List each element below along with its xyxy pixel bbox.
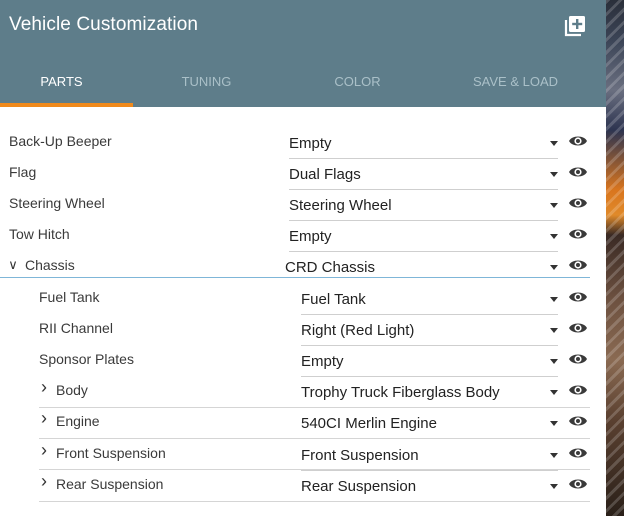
- part-select-value: Right (Red Light): [301, 322, 415, 339]
- part-select[interactable]: 540CI Merlin Engine: [301, 413, 558, 439]
- add-box-icon[interactable]: [564, 15, 586, 37]
- caret-down-icon: [550, 172, 558, 177]
- part-row: Tow Hitch Empty: [0, 220, 606, 252]
- group-divider: [39, 438, 590, 439]
- part-label: Flag: [9, 164, 37, 180]
- chevron-right-icon[interactable]: ›: [38, 408, 50, 429]
- panel-header: Vehicle Customization PARTS TUNING COLOR…: [0, 0, 606, 107]
- chevron-right-icon[interactable]: ›: [38, 377, 50, 398]
- group-divider: [39, 469, 590, 470]
- eye-icon[interactable]: [568, 195, 588, 211]
- part-select-value: Fuel Tank: [301, 291, 366, 308]
- part-select[interactable]: Trophy Truck Fiberglass Body: [301, 382, 558, 408]
- part-row: › Engine 540CI Merlin Engine: [0, 407, 606, 439]
- tab-save-load[interactable]: SAVE & LOAD: [440, 62, 591, 107]
- eye-icon[interactable]: [568, 413, 588, 429]
- caret-down-icon: [550, 359, 558, 364]
- part-label: Tow Hitch: [9, 226, 70, 242]
- part-row: RII Channel Right (Red Light): [0, 314, 606, 346]
- caret-down-icon: [550, 390, 558, 395]
- part-label: Rear Suspension: [56, 476, 164, 492]
- part-select-value: Empty: [289, 135, 332, 152]
- caret-down-icon: [550, 328, 558, 333]
- part-row: Steering Wheel Steering Wheel: [0, 189, 606, 221]
- caret-down-icon: [550, 141, 558, 146]
- caret-down-icon: [550, 234, 558, 239]
- caret-down-icon: [550, 484, 558, 489]
- eye-icon[interactable]: [568, 382, 588, 398]
- part-select-value: Empty: [289, 228, 332, 245]
- part-select[interactable]: Right (Red Light): [301, 320, 558, 346]
- part-select-value: CRD Chassis: [285, 259, 376, 276]
- eye-icon[interactable]: [568, 320, 588, 336]
- game-background: [606, 0, 624, 516]
- part-select-value: Trophy Truck Fiberglass Body: [301, 384, 500, 401]
- group-divider: [39, 501, 590, 502]
- eye-icon[interactable]: [568, 445, 588, 461]
- tab-tuning[interactable]: TUNING: [131, 62, 282, 107]
- chassis-divider: [0, 277, 590, 278]
- parts-list: Back-Up Beeper Empty Flag Dual Flags Steerin…: [0, 107, 606, 516]
- eye-icon[interactable]: [568, 289, 588, 305]
- part-select[interactable]: Dual Flags: [289, 164, 558, 190]
- part-label: Fuel Tank: [39, 289, 100, 305]
- part-label: Steering Wheel: [9, 195, 105, 211]
- part-select[interactable]: Empty: [289, 133, 558, 159]
- tab-color[interactable]: COLOR: [282, 62, 433, 107]
- part-select-value: Rear Suspension: [301, 478, 417, 495]
- page-title: Vehicle Customization: [9, 14, 199, 35]
- eye-icon[interactable]: [568, 164, 588, 180]
- part-select[interactable]: Empty: [301, 351, 558, 377]
- part-select[interactable]: Front Suspension: [301, 445, 558, 471]
- part-label: RII Channel: [39, 320, 113, 336]
- part-select[interactable]: Empty: [289, 226, 558, 252]
- part-row: Fuel Tank Fuel Tank: [0, 283, 606, 315]
- part-row: Back-Up Beeper Empty: [0, 127, 606, 159]
- part-select-value: Dual Flags: [289, 166, 361, 183]
- part-select[interactable]: Fuel Tank: [301, 289, 558, 315]
- part-select[interactable]: Steering Wheel: [289, 195, 558, 221]
- part-label: Sponsor Plates: [39, 351, 134, 367]
- part-label: Engine: [56, 413, 100, 429]
- part-select[interactable]: Rear Suspension: [301, 476, 558, 502]
- part-select[interactable]: CRD Chassis: [285, 257, 558, 282]
- part-label: Front Suspension: [56, 445, 166, 461]
- part-label: Chassis: [25, 257, 75, 273]
- part-label: Body: [56, 382, 88, 398]
- tab-bar: PARTS TUNING COLOR SAVE & LOAD: [0, 62, 606, 107]
- part-row: Flag Dual Flags: [0, 158, 606, 190]
- caret-down-icon: [550, 421, 558, 426]
- tab-parts[interactable]: PARTS: [0, 62, 137, 107]
- eye-icon[interactable]: [568, 476, 588, 492]
- chevron-right-icon[interactable]: ›: [38, 440, 50, 461]
- eye-icon[interactable]: [568, 257, 588, 273]
- part-select-value: 540CI Merlin Engine: [301, 415, 437, 432]
- eye-icon[interactable]: [568, 226, 588, 242]
- part-row: › Body Trophy Truck Fiberglass Body: [0, 376, 606, 408]
- caret-down-icon: [550, 297, 558, 302]
- part-select-value: Steering Wheel: [289, 197, 392, 214]
- part-row: Sponsor Plates Empty: [0, 345, 606, 377]
- part-label: Back-Up Beeper: [9, 133, 112, 149]
- part-select-value: Front Suspension: [301, 447, 419, 464]
- part-row: › Front Suspension Front Suspension: [0, 439, 606, 471]
- chevron-down-icon[interactable]: ∨: [7, 257, 19, 273]
- caret-down-icon: [550, 265, 558, 270]
- eye-icon[interactable]: [568, 351, 588, 367]
- eye-icon[interactable]: [568, 133, 588, 149]
- chevron-right-icon[interactable]: ›: [38, 471, 50, 492]
- group-divider: [39, 407, 590, 408]
- vehicle-customization-panel: Vehicle Customization PARTS TUNING COLOR…: [0, 0, 606, 516]
- caret-down-icon: [550, 203, 558, 208]
- caret-down-icon: [550, 453, 558, 458]
- part-select-value: Empty: [301, 353, 344, 370]
- part-row: › Rear Suspension Rear Suspension: [0, 470, 606, 502]
